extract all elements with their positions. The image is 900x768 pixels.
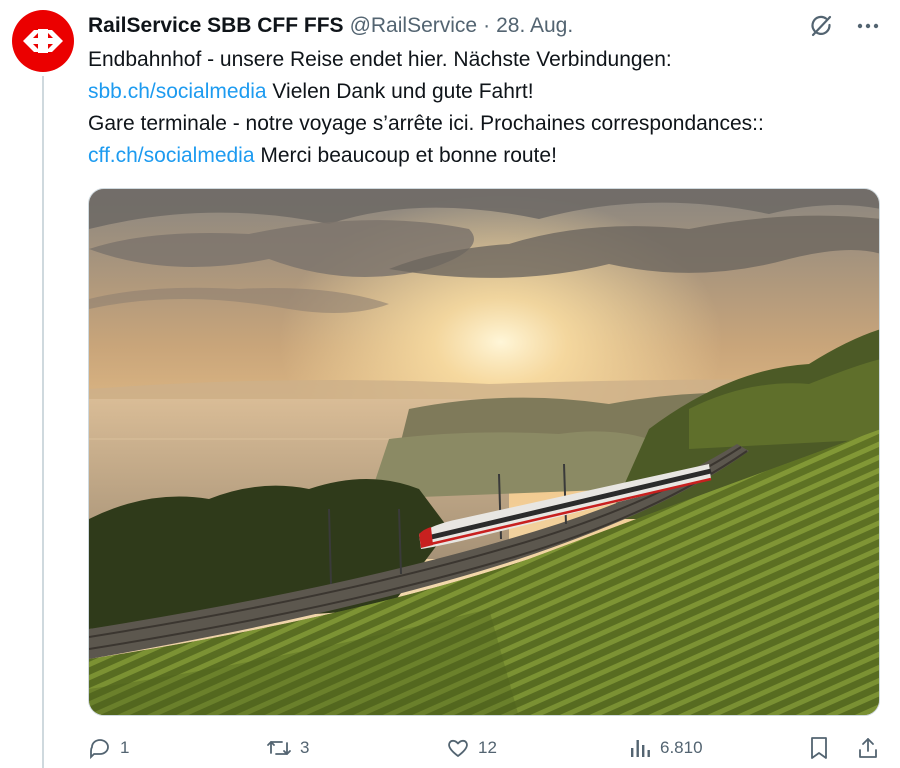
author-handle[interactable]: @RailService [350, 14, 478, 38]
grok-icon[interactable] [808, 13, 834, 39]
share-icon [859, 738, 877, 758]
repost-button[interactable]: 3 [266, 736, 309, 760]
tweet-photo[interactable] [88, 188, 880, 716]
tweet-header: RailService SBB CFF FFS @RailService · 2… [88, 12, 880, 40]
bookmark-icon [811, 737, 827, 759]
tweet-text: Endbahnhof - unsere Reise endet hier. Nä… [88, 44, 878, 172]
reply-button[interactable]: 1 [88, 736, 129, 760]
heart-icon [448, 739, 468, 757]
timestamp[interactable]: 28. Aug. [496, 14, 573, 38]
like-count: 12 [478, 738, 497, 757]
header-actions [808, 12, 880, 40]
tweet-text-line: Endbahnhof - unsere Reise endet hier. Nä… [88, 48, 672, 71]
sbb-link[interactable]: sbb.ch/socialmedia [88, 80, 267, 103]
sbb-logo-icon [23, 29, 63, 53]
views-count: 6.810 [660, 738, 703, 757]
tweet-text-line: Gare terminale - notre voyage s’arrête i… [88, 112, 764, 135]
author-name[interactable]: RailService SBB CFF FFS [88, 14, 344, 38]
action-bar: 1 3 12 6.810 [88, 736, 888, 768]
repost-icon [267, 741, 291, 755]
more-icon[interactable] [856, 14, 880, 38]
tweet-text-segment: Vielen Dank und gute Fahrt! [266, 80, 534, 103]
reply-icon [90, 739, 109, 760]
repost-count: 3 [300, 738, 310, 757]
reply-count: 1 [120, 738, 130, 757]
share-button[interactable] [856, 736, 880, 760]
tweet-text-segment: Merci beaucoup et bonne route! [254, 144, 557, 167]
views-button[interactable]: 6.810 [628, 736, 703, 760]
separator-dot: · [483, 14, 491, 37]
like-button[interactable]: 12 [446, 736, 497, 760]
bookmark-button[interactable] [808, 736, 830, 760]
avatar[interactable] [12, 10, 74, 72]
views-icon [631, 740, 650, 757]
tweet-text-line: cff.ch/socialmedia Merci beaucoup et bon… [88, 140, 878, 172]
thread-line [42, 76, 44, 768]
tweet-text-line: sbb.ch/socialmedia Vielen Dank und gute … [88, 76, 878, 108]
cff-link[interactable]: cff.ch/socialmedia [88, 144, 255, 167]
